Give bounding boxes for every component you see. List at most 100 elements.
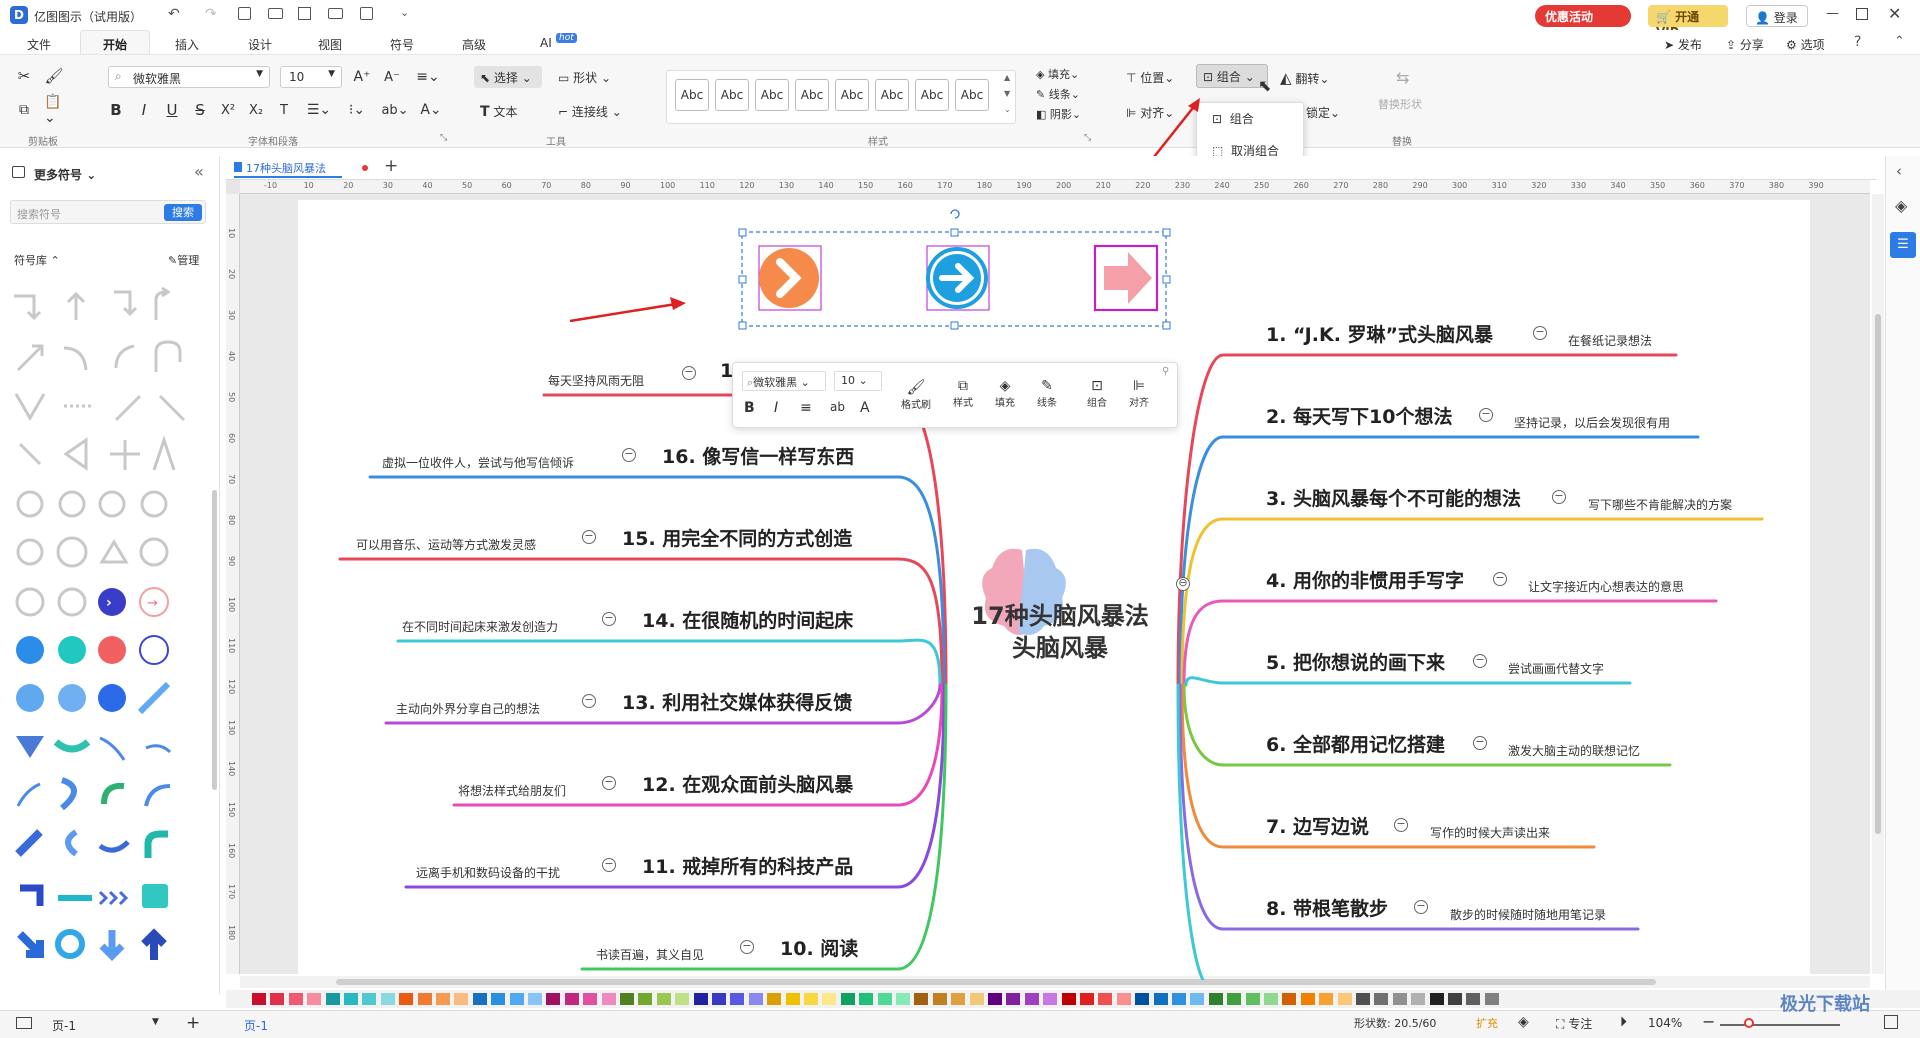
vip-button[interactable]: 🛒 开通VIP — [1648, 5, 1728, 39]
color-swatch[interactable] — [270, 993, 285, 1005]
text-button[interactable]: T 文本 — [480, 103, 517, 120]
pin-icon[interactable]: ⚲ — [1162, 366, 1169, 377]
tab-advanced[interactable]: 高级 — [462, 36, 486, 53]
collapse-toggle[interactable]: − — [602, 858, 616, 872]
style-panel-icon[interactable]: ◈ — [1895, 196, 1907, 215]
add-page-icon[interactable]: + — [186, 1013, 200, 1033]
font-group-expand-icon[interactable]: ⤡ — [440, 133, 447, 143]
zoom-out-icon[interactable]: − — [1702, 1012, 1715, 1031]
note-left-8[interactable]: 书读百遍，其义自见 — [596, 946, 704, 963]
open-folder-icon[interactable] — [268, 8, 283, 19]
collapse-toggle[interactable]: − — [1394, 818, 1408, 832]
color-swatch[interactable] — [1043, 993, 1058, 1005]
color-swatch[interactable] — [1135, 993, 1150, 1005]
collapse-toggle[interactable]: − — [1479, 408, 1493, 422]
color-swatch[interactable] — [951, 993, 966, 1005]
floating-group[interactable]: ⊡ 组合 — [1080, 378, 1114, 409]
copy-icon[interactable]: ⧉ — [14, 100, 34, 120]
color-swatch[interactable] — [1208, 993, 1223, 1005]
superscript-button[interactable]: X² — [218, 100, 238, 120]
color-swatch[interactable] — [969, 993, 984, 1005]
note-left-5[interactable]: 主动向外界分享自己的想法 — [396, 700, 540, 717]
floating-line[interactable]: ✎ 线条 — [1030, 378, 1064, 409]
publish-button[interactable]: ➤ 发布 — [1664, 36, 1702, 53]
help-icon[interactable]: ? — [1854, 34, 1861, 50]
color-swatch[interactable] — [1116, 993, 1131, 1005]
paste-icon[interactable]: 📋⌄ — [44, 94, 72, 126]
color-swatch[interactable] — [583, 993, 598, 1005]
expand-panel-icon[interactable]: ‹ — [1896, 162, 1902, 180]
minimize-icon[interactable]: — — [1826, 6, 1839, 21]
topic-left-2[interactable]: 16. 像写信一样写东西 — [662, 442, 854, 469]
collapse-toggle[interactable]: − — [582, 530, 596, 544]
manage-button[interactable]: ✎管理 — [168, 252, 199, 268]
style-preset-3[interactable]: Abc — [755, 79, 789, 111]
color-swatch[interactable] — [1098, 993, 1113, 1005]
collapse-toggle[interactable]: − — [1473, 736, 1487, 750]
color-swatch[interactable] — [914, 993, 929, 1005]
more-symbols-title[interactable]: 更多符号 ⌄ — [34, 166, 96, 183]
style-group-expand-icon[interactable]: ⤡ — [1084, 133, 1091, 143]
note-right-2[interactable]: 坚持记录，以后会发现很有用 — [1514, 414, 1670, 431]
vertical-scroll-thumb[interactable] — [1875, 314, 1881, 834]
style-preset-5[interactable]: Abc — [835, 79, 869, 111]
color-swatch[interactable] — [1448, 993, 1462, 1005]
focus-button[interactable]: ⛶ 专注 — [1556, 1015, 1592, 1032]
options-button[interactable]: ⚙ 选项 — [1786, 36, 1825, 53]
color-swatch[interactable] — [804, 993, 818, 1005]
undo-icon[interactable]: ↶ — [168, 6, 180, 22]
promo-button[interactable]: 优惠活动 — [1535, 5, 1631, 27]
floating-align-icon[interactable]: ≡ — [800, 400, 812, 416]
collapse-toggle[interactable]: − — [1552, 490, 1566, 504]
collapse-toggle[interactable]: − — [1414, 900, 1428, 914]
note-left-3[interactable]: 可以用音乐、运动等方式激发灵感 — [356, 536, 536, 553]
collapse-toggle[interactable]: − — [1473, 654, 1487, 668]
note-right-4[interactable]: 让文字接近内心想表达的意思 — [1528, 578, 1684, 595]
topic-left-4[interactable]: 14. 在很随机的时间起床 — [642, 606, 853, 633]
color-swatch[interactable] — [988, 993, 1002, 1005]
floating-case-button[interactable]: ab — [830, 400, 845, 414]
style-preset-1[interactable]: Abc — [675, 79, 709, 111]
color-swatch[interactable] — [472, 993, 487, 1005]
select-button[interactable]: ⬉ 选择 ⌄ — [474, 66, 542, 88]
color-swatch[interactable] — [877, 993, 892, 1005]
zoom-level[interactable]: 104% — [1648, 1016, 1682, 1030]
paragraph-align-icon[interactable]: ≡⌄ — [414, 67, 442, 87]
tab-view[interactable]: 视图 — [318, 36, 342, 53]
color-swatch[interactable] — [1466, 993, 1481, 1005]
topic-right-3[interactable]: 3. 头脑风暴每个不可能的想法 — [1266, 484, 1521, 511]
save-icon[interactable] — [298, 7, 311, 20]
note-right-1[interactable]: 在餐纸记录想法 — [1568, 332, 1652, 349]
color-swatch[interactable] — [1374, 993, 1389, 1005]
line-button[interactable]: ✎ 线条⌄ — [1036, 86, 1080, 102]
page-panel-icon[interactable]: ☰ — [1890, 232, 1916, 258]
color-swatch[interactable] — [1392, 993, 1407, 1005]
color-swatch[interactable] — [252, 993, 266, 1005]
color-swatch[interactable] — [528, 993, 542, 1005]
login-button[interactable]: 👤 登录 — [1746, 5, 1808, 27]
color-swatch[interactable] — [1245, 993, 1260, 1005]
color-swatch[interactable] — [1319, 993, 1334, 1005]
font-color-button[interactable]: A⌄ — [418, 100, 444, 120]
color-swatch[interactable] — [859, 993, 874, 1005]
vertical-scrollbar[interactable] — [1872, 194, 1884, 974]
floating-font-select[interactable]: ⌕微软雅黑 ⌄ — [742, 371, 826, 391]
play-icon[interactable]: ⏵ — [1620, 1014, 1627, 1030]
floating-size-select[interactable]: 10 ⌄ — [834, 371, 882, 391]
decrease-font-icon[interactable]: A⁻ — [382, 67, 402, 87]
color-swatch[interactable] — [399, 993, 414, 1005]
quick-access-more-icon[interactable]: ⌄ — [400, 6, 409, 19]
note-left-7[interactable]: 远离手机和数码设备的干扰 — [416, 864, 560, 881]
collapse-toggle[interactable]: − — [602, 776, 616, 790]
color-swatch[interactable] — [712, 993, 726, 1005]
collapse-toggle[interactable]: − — [602, 612, 616, 626]
share-button[interactable]: ⇪ 分享 — [1726, 36, 1764, 53]
color-swatch[interactable] — [1356, 993, 1370, 1005]
panel-scrollbar[interactable] — [212, 490, 217, 790]
color-swatch[interactable] — [307, 993, 322, 1005]
color-swatch[interactable] — [748, 993, 763, 1005]
style-preset-8[interactable]: Abc — [955, 79, 989, 111]
format-painter-icon[interactable]: 🖌 — [44, 66, 64, 86]
note-right-3[interactable]: 写下哪些不肯能解决的方案 — [1588, 496, 1732, 513]
color-swatch[interactable] — [1429, 993, 1444, 1005]
